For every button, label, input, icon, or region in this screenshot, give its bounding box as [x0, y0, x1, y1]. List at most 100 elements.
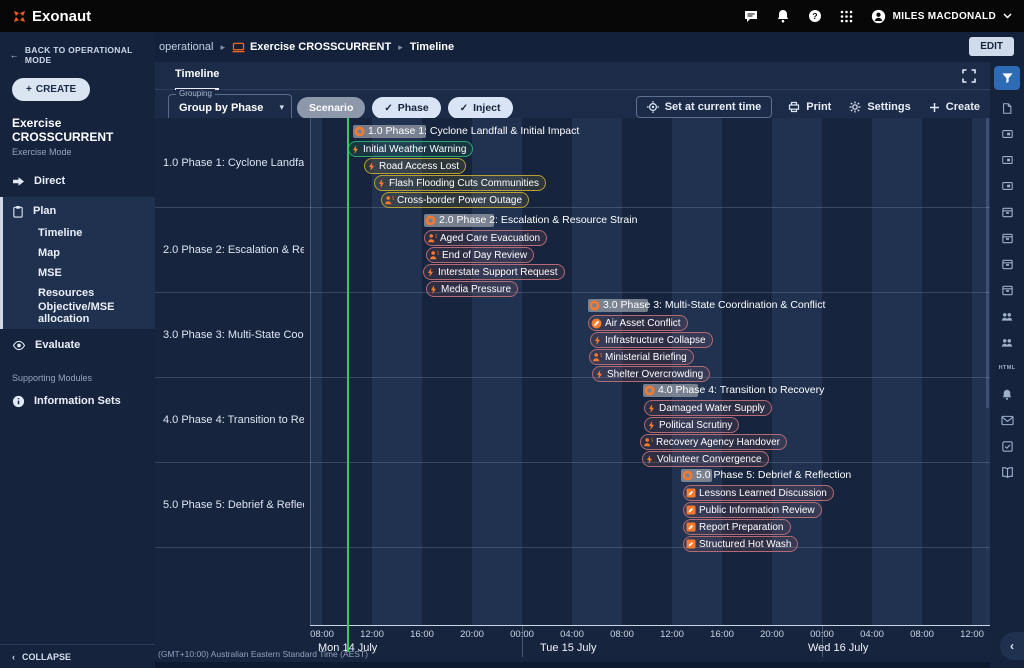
inject-media-pressure[interactable]: Media Pressure — [426, 281, 518, 297]
topbar: Exonaut ? MILES MACDONALD — [0, 0, 1024, 32]
settings-button[interactable]: Settings — [847, 97, 912, 117]
rightbar-archive-icon[interactable] — [999, 282, 1015, 298]
inject-aged-care-evacuation[interactable]: Aged Care Evacuation — [424, 230, 547, 246]
sidebar-item-objective-mse-allocation[interactable]: Objective/MSE allocation — [3, 303, 155, 323]
sidebar-item-timeline[interactable]: Timeline — [3, 223, 155, 243]
chip-inject[interactable]: ✓Inject — [448, 97, 513, 119]
sidebar-item-resources[interactable]: Resources — [3, 283, 155, 303]
scrollbar-thumb[interactable] — [986, 118, 989, 408]
rightbar-html-icon[interactable]: HTML — [999, 360, 1015, 376]
note-icon — [686, 505, 696, 515]
rightbar-archive-icon[interactable] — [999, 204, 1015, 220]
phase-bar-5-0-phase-5-debrief-reflection[interactable]: 5.0 Phase 5: Debrief & Reflection — [681, 469, 712, 482]
collapse-sidebar-button[interactable]: ‹ COLLAPSE — [0, 644, 155, 668]
chat-icon[interactable] — [744, 10, 758, 23]
inject-shelter-overcrowding[interactable]: Shelter Overcrowding — [592, 366, 710, 382]
rightbar-card-icon[interactable] — [999, 152, 1015, 168]
printer-icon — [788, 101, 800, 113]
chip-phase[interactable]: ✓Phase — [372, 97, 440, 119]
create-button[interactable]: Create — [927, 97, 982, 117]
inject-political-scrutiny[interactable]: Political Scrutiny — [644, 417, 739, 433]
timeline-axis: 08:0012:0016:0020:0000:0004:0008:0012:00… — [310, 625, 990, 660]
sidebar-item-direct[interactable]: Direct — [0, 169, 155, 193]
rightbar-mail-icon[interactable] — [999, 412, 1015, 428]
timeline-chart: 1.0 Phase 1: Cyclone Landfall & Initial … — [310, 118, 990, 625]
sidebar-item-mse[interactable]: MSE — [3, 263, 155, 283]
person-icon — [429, 250, 439, 260]
inject-initial-weather-warning[interactable]: Initial Weather Warning — [348, 141, 473, 157]
bolt-icon — [429, 284, 438, 295]
inject-interstate-support-request[interactable]: Interstate Support Request — [423, 264, 565, 280]
rightbar-archive-icon[interactable] — [999, 230, 1015, 246]
inject-volunteer-convergence[interactable]: Volunteer Convergence — [642, 451, 769, 467]
inject-public-information-review[interactable]: Public Information Review — [683, 502, 822, 518]
apps-grid-icon[interactable] — [840, 10, 853, 23]
donut-icon — [682, 470, 693, 481]
group-label-3-0-phase-3-multi-state-coordination-conflict: 3.0 Phase 3: Multi-State Coordination... — [155, 292, 304, 377]
rightbar-archive-icon[interactable] — [999, 256, 1015, 272]
phase-bar-2-0-phase-2-escalation-resource-strain[interactable]: 2.0 Phase 2: Escalation & Resource Strai… — [424, 214, 494, 227]
chip-scenario[interactable]: Scenario — [297, 97, 365, 119]
sidebar-item-plan[interactable]: Plan — [3, 199, 155, 223]
user-menu[interactable]: MILES MACDONALD — [871, 9, 1012, 24]
phase-bar-3-0-phase-3-multi-state-coordination-conflict[interactable]: 3.0 Phase 3: Multi-State Coordination & … — [588, 299, 648, 312]
rightbar-book-icon[interactable] — [999, 464, 1015, 480]
bell-icon[interactable] — [776, 9, 790, 23]
collapse-right-panel-button[interactable]: ‹ — [1000, 632, 1024, 660]
rightbar-card-icon[interactable] — [999, 178, 1015, 194]
inject-infrastructure-collapse[interactable]: Infrastructure Collapse — [590, 332, 713, 348]
note-icon — [686, 539, 696, 549]
back-to-operational-mode-button[interactable]: ← BACK TO OPERATIONAL MODE — [10, 45, 155, 65]
inject-lessons-learned-discussion[interactable]: Lessons Learned Discussion — [683, 485, 834, 501]
tab-timeline[interactable]: Timeline — [175, 68, 219, 90]
breadcrumb-item-exercise-crosscurrent[interactable]: Exercise CROSSCURRENT — [232, 41, 391, 53]
axis-tick: 08:00 — [602, 629, 642, 640]
inject-cross-border-power-outage[interactable]: Cross-border Power Outage — [381, 192, 529, 208]
sidebar-item-map[interactable]: Map — [3, 243, 155, 263]
rightbar-document-icon[interactable] — [999, 100, 1015, 116]
inject-recovery-agency-handover[interactable]: Recovery Agency Handover — [640, 434, 787, 450]
inject-damaged-water-supply[interactable]: Damaged Water Supply — [644, 400, 772, 416]
inject-air-asset-conflict[interactable]: Air Asset Conflict — [588, 315, 688, 331]
breadcrumb-item-operational[interactable]: operational — [159, 41, 213, 53]
exercise-mode-label: Exercise Mode — [12, 147, 143, 157]
print-button[interactable]: Print — [786, 97, 833, 117]
supporting-modules-label: Supporting Modules — [12, 373, 155, 383]
help-icon[interactable]: ? — [808, 9, 822, 23]
timezone-label: (GMT+10:00) Australian Eastern Standard … — [158, 649, 368, 659]
inject-flash-flooding-cuts-communities[interactable]: Flash Flooding Cuts Communities — [374, 175, 546, 191]
time-band — [310, 118, 322, 625]
sidebar-item-evaluate[interactable]: Evaluate — [0, 333, 155, 357]
donut-icon — [644, 385, 655, 396]
sidebar-item-information-sets[interactable]: Information Sets — [0, 389, 155, 413]
fullscreen-icon[interactable] — [962, 69, 976, 83]
brand: Exonaut — [12, 8, 91, 25]
inject-report-preparation[interactable]: Report Preparation — [683, 519, 791, 535]
inject-end-of-day-review[interactable]: End of Day Review — [426, 247, 534, 263]
rightbar-card-icon[interactable] — [999, 126, 1015, 142]
axis-day-label: Wed 16 July — [808, 642, 868, 654]
inject-ministerial-briefing[interactable]: Ministerial Briefing — [589, 349, 694, 365]
breadcrumb-row: operational▸Exercise CROSSCURRENT▸Timeli… — [155, 32, 1024, 62]
rightbar-note-check-icon[interactable] — [999, 438, 1015, 454]
create-button[interactable]: + CREATE — [12, 78, 90, 101]
rightbar-bell-icon[interactable] — [999, 386, 1015, 402]
app-root: Exonaut ? MILES MACDONALD ← BACK TO — [0, 0, 1024, 668]
grouping-value: Group by Phase — [179, 102, 263, 114]
inject-structured-hot-wash[interactable]: Structured Hot Wash — [683, 536, 798, 552]
bolt-icon — [593, 335, 602, 346]
left-sidebar: ← BACK TO OPERATIONAL MODE + CREATE Exer… — [0, 32, 155, 668]
rightbar-filter-icon[interactable] — [994, 66, 1020, 90]
phase-bar-1-0-phase-1-cyclone-landfall-initial-impact[interactable]: 1.0 Phase 1: Cyclone Landfall & Initial … — [353, 125, 426, 138]
inject-road-access-lost[interactable]: Road Access Lost — [364, 158, 466, 174]
note-icon — [686, 522, 696, 532]
breadcrumb-item-timeline[interactable]: Timeline — [410, 41, 454, 53]
phase-bar-4-0-phase-4-transition-to-recovery[interactable]: 4.0 Phase 4: Transition to Recovery — [643, 384, 698, 397]
set-at-current-time-button[interactable]: Set at current time — [636, 96, 773, 118]
rightbar-people-icon[interactable] — [999, 334, 1015, 350]
edit-button[interactable]: EDIT — [969, 37, 1014, 56]
brand-name: Exonaut — [32, 8, 91, 25]
row-separator — [155, 207, 990, 208]
grouping-label: Grouping — [176, 89, 215, 98]
rightbar-people-icon[interactable] — [999, 308, 1015, 324]
